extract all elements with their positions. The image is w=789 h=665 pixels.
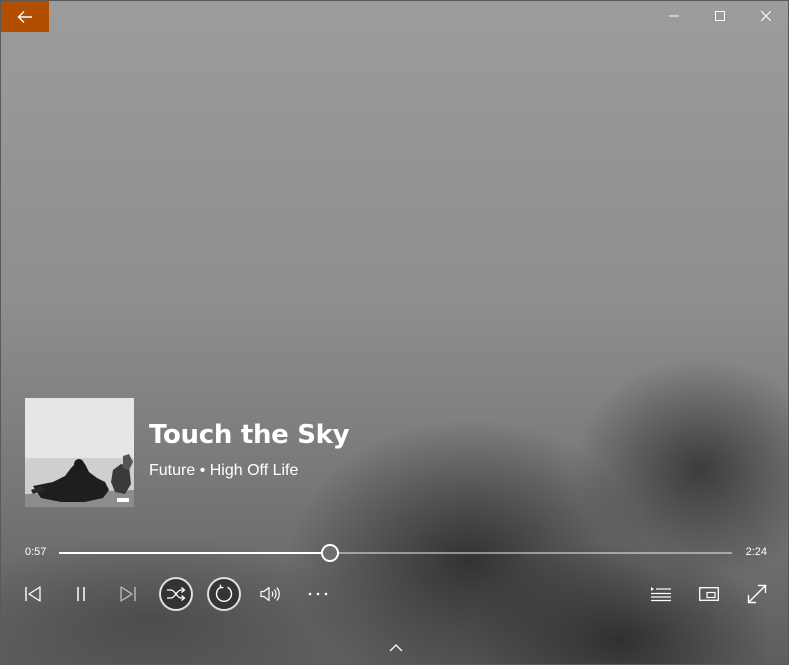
mini-player-button[interactable] — [692, 577, 726, 611]
expand-button[interactable] — [387, 641, 405, 655]
album-art — [25, 398, 134, 507]
maximize-button[interactable] — [697, 0, 743, 32]
shuffle-button[interactable] — [159, 577, 193, 611]
next-button[interactable] — [111, 577, 145, 611]
maximize-icon — [715, 11, 725, 21]
album-name[interactable]: High Off Life — [210, 462, 299, 480]
track-subtitle: Future • High Off Life — [149, 462, 298, 480]
minimize-icon — [669, 15, 679, 17]
titlebar-controls — [651, 0, 789, 32]
repeat-button[interactable] — [207, 577, 241, 611]
separator: • — [195, 462, 210, 479]
now-playing-list-icon — [651, 587, 671, 602]
full-screen-icon — [747, 584, 767, 604]
mini-player-icon — [699, 587, 719, 601]
close-icon — [761, 11, 771, 21]
close-button[interactable] — [743, 0, 789, 32]
more-icon — [308, 592, 328, 596]
track-title: Touch the Sky — [149, 420, 350, 450]
volume-icon — [260, 586, 280, 602]
previous-icon — [25, 586, 41, 602]
more-options-button[interactable] — [301, 577, 335, 611]
now-playing-list-button[interactable] — [644, 577, 678, 611]
back-arrow-icon — [17, 10, 32, 23]
volume-button[interactable] — [254, 577, 288, 611]
shuffle-icon — [167, 587, 186, 601]
full-screen-button[interactable] — [740, 577, 774, 611]
artist-name[interactable]: Future — [149, 462, 195, 480]
total-time: 2:24 — [745, 546, 767, 558]
album-art-image — [25, 398, 134, 507]
seek-bar-fill — [59, 552, 331, 554]
next-icon — [120, 586, 136, 602]
seek-bar[interactable] — [59, 544, 732, 562]
repeat-icon — [215, 584, 233, 603]
pause-button[interactable] — [64, 577, 98, 611]
blurred-background — [0, 0, 789, 665]
pause-icon — [77, 587, 85, 601]
current-time: 0:57 — [25, 546, 47, 558]
minimize-button[interactable] — [651, 0, 697, 32]
chevron-up-icon — [389, 644, 403, 652]
previous-button[interactable] — [16, 577, 50, 611]
back-button[interactable] — [1, 1, 49, 32]
